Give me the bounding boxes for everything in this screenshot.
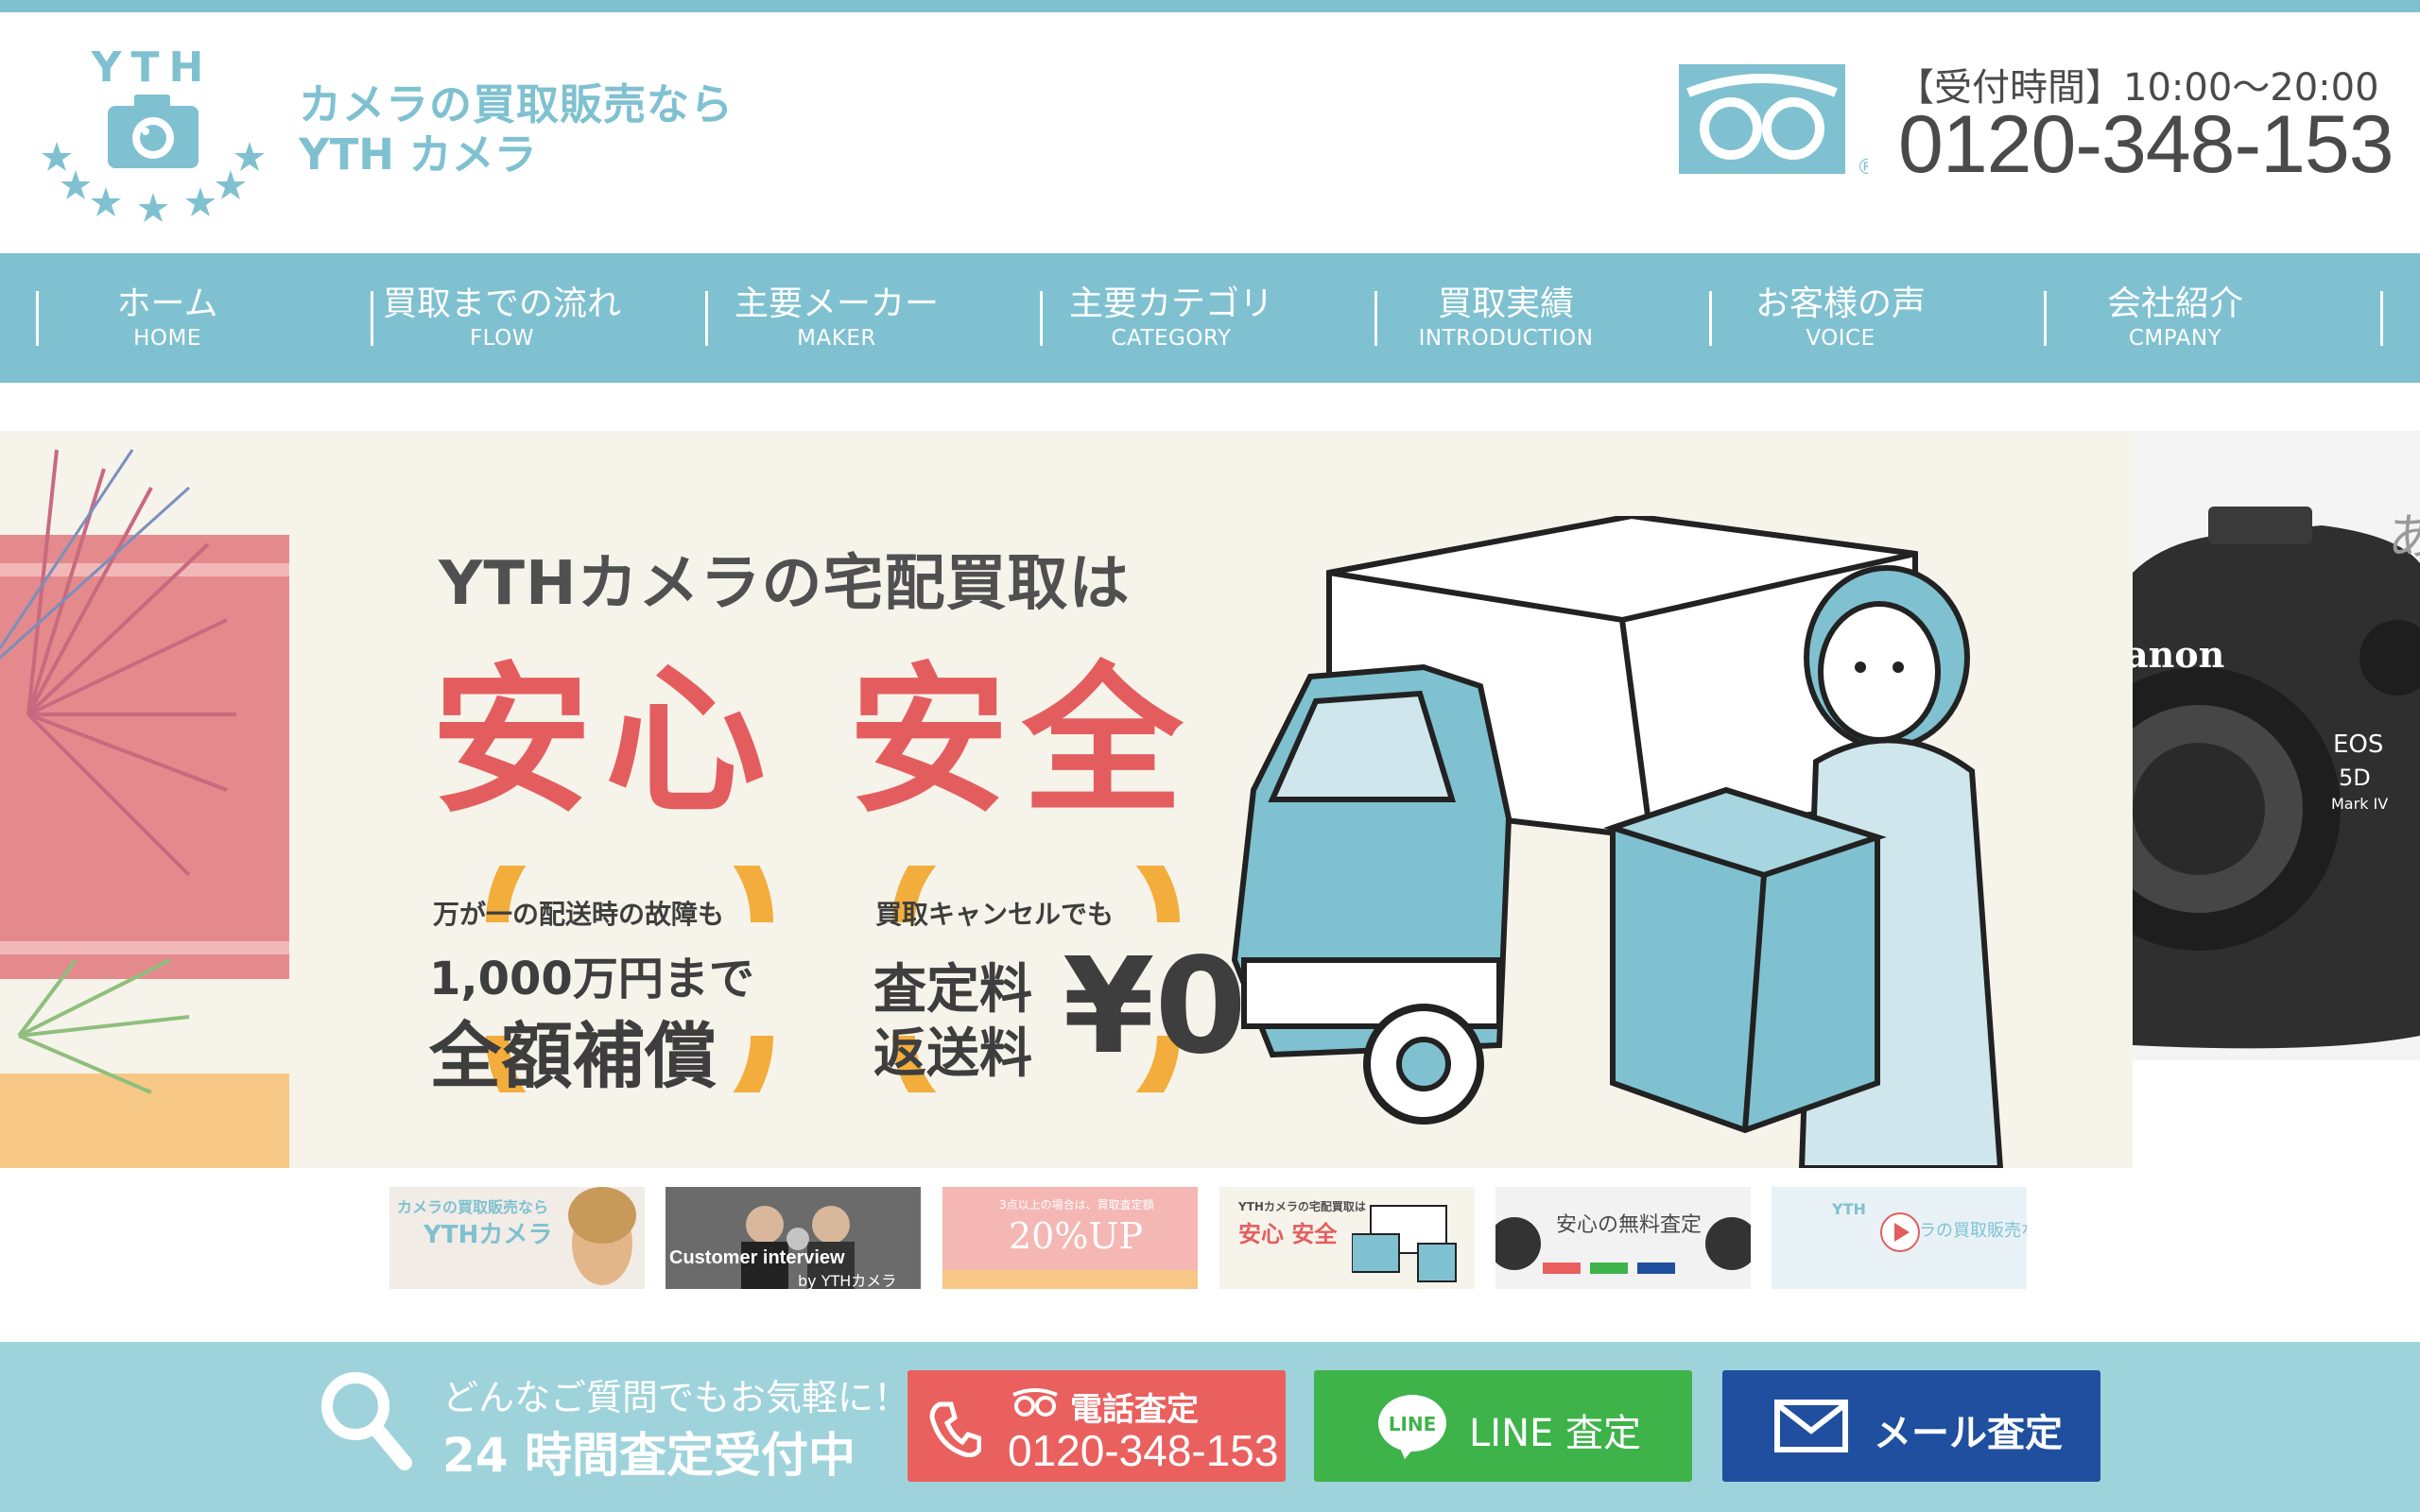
hero-slide[interactable]: YTHカメラの宅配買取は 安心 安全 万が一の配送時の故障も 1,000万円まで… — [289, 431, 2133, 1168]
mail-icon — [1774, 1400, 1848, 1452]
nav-label: お客様の声 — [1754, 284, 1926, 323]
mail-appraisal-button[interactable]: メール査定 — [1722, 1370, 2100, 1482]
nav-sublabel: INTRODUCTION — [1418, 326, 1594, 352]
thumbnail-title: 安心の無料査定 — [1556, 1213, 1703, 1237]
phone-appraisal-button[interactable]: 電話査定 0120-348-153 — [908, 1370, 1286, 1482]
nav-sublabel: CMPANY — [2128, 326, 2222, 352]
nav-sublabel: FLOW — [469, 326, 535, 352]
nav-label: ホーム — [116, 284, 218, 323]
slider-prev-slide[interactable] — [0, 431, 289, 1168]
nav-item-voice[interactable]: お客様の声 VOICE — [1673, 253, 2008, 383]
thumbnail-sub: 安心 安全 — [1238, 1221, 1338, 1247]
nav-item-flow[interactable]: 買取までの流れ FLOW — [335, 253, 669, 383]
thumbnail-sub: 20%UP — [1009, 1215, 1144, 1257]
nav-label: 買取実績 — [1437, 284, 1574, 323]
nav-sublabel: VOICE — [1806, 326, 1876, 352]
hero-headline: YTHカメラの宅配買取は — [439, 549, 1131, 619]
nav-label: 主要カテゴリ — [1068, 284, 1273, 323]
thumbnail-title: YTH — [1832, 1200, 1866, 1218]
thumbnail-title: 3点以上の場合は、買取査定額 — [999, 1198, 1154, 1211]
logo-mark-text: YTH — [91, 43, 214, 92]
logo-brand-name: YTH カメラ — [299, 129, 537, 180]
logo-tagline: カメラの買取販売なら — [299, 79, 735, 129]
thumbnail-sub: by YTHカメラ — [798, 1272, 897, 1289]
phone-appraisal-number: 0120-348-153 — [1008, 1426, 1279, 1475]
nav-label: 主要メーカー — [734, 284, 939, 323]
freedial-icon — [1012, 1388, 1058, 1417]
line-icon: LINE — [1378, 1395, 1446, 1459]
line-appraisal-label: LINE 査定 — [1469, 1412, 1641, 1455]
header-phone-number[interactable]: 0120-348-153 — [1898, 98, 2394, 192]
phone-icon — [929, 1401, 981, 1457]
nav-label: 買取までの流れ — [382, 284, 621, 323]
thumbnail-1[interactable]: カメラの買取販売なら YTHカメラ — [389, 1187, 645, 1289]
badge-free-line2: 返送料 — [873, 1023, 1032, 1085]
badge-compensation-title: 全額補償 — [429, 1014, 717, 1098]
phone-appraisal-label: 電話査定 — [1070, 1391, 1199, 1429]
footer-note: どんなご質問でもお気軽に！ — [442, 1377, 910, 1418]
slider-thumbnails: カメラの買取販売なら YTHカメラ Customer interview by … — [389, 1187, 2034, 1289]
registered-mark: ® — [1857, 156, 1868, 178]
thumbnail-title: YTHカメラの宅配買取は — [1238, 1200, 1366, 1213]
thumbnail-4[interactable]: YTHカメラの宅配買取は 安心 安全 — [1219, 1187, 1475, 1289]
search-icon — [321, 1372, 412, 1470]
nav-item-category[interactable]: 主要カテゴリ CATEGORY — [1004, 253, 1339, 383]
camera-model-text: Mark IV — [2331, 795, 2388, 813]
nav-item-introduction[interactable]: 買取実績 INTRODUCTION — [1339, 253, 1673, 383]
camera-model-text: EOS — [2333, 730, 2383, 759]
thumbnail-5[interactable]: 安心の無料査定 — [1495, 1187, 1751, 1289]
freedial-icon: ® — [1679, 64, 1877, 180]
nav-label: 会社紹介 — [2106, 284, 2243, 323]
nav-item-company[interactable]: 会社紹介 CMPANY — [2008, 253, 2342, 383]
line-appraisal-button[interactable]: LINE LINE 査定 — [1314, 1370, 1692, 1482]
logo-emblem[interactable]: YTH — [34, 38, 270, 227]
footer-24h-label: 24 時間査定受付中 — [442, 1428, 856, 1483]
delivery-truck-illustration — [1231, 516, 2004, 1168]
thumbnail-title: カメラの買取販売なら — [397, 1198, 549, 1216]
thumbnail-6[interactable]: YTH カメラの買取販売なら — [1772, 1187, 2027, 1289]
logo-text[interactable]: カメラの買取販売なら YTH カメラ — [299, 79, 734, 180]
nav-item-maker[interactable]: 主要メーカー MAKER — [669, 253, 1004, 383]
badge-free-note: 買取キャンセルでも — [875, 899, 1115, 930]
thumbnail-3[interactable]: 3点以上の場合は、買取査定額 20%UP — [942, 1187, 1198, 1289]
camera-model-text: 5D — [2339, 765, 2371, 791]
thumbnail-2[interactable]: Customer interview by YTHカメラ — [666, 1187, 921, 1289]
slider-next-slide[interactable]: anon EOS 5D Mark IV あ — [2133, 431, 2420, 1060]
nav-divider — [2380, 291, 2383, 346]
nav-item-home[interactable]: ホーム HOME — [0, 253, 335, 383]
line-icon-text: LINE — [1389, 1413, 1437, 1435]
thumbnail-sub: YTHカメラ — [424, 1221, 553, 1249]
main-nav: ホーム HOME 買取までの流れ FLOW 主要メーカー MAKER 主要カテゴ… — [0, 253, 2420, 383]
thumbnail-title: Customer interview — [669, 1247, 845, 1268]
badge-compensation-note: 万が一の配送時の故障も — [433, 899, 725, 930]
nav-sublabel: CATEGORY — [1111, 326, 1232, 352]
nav-sublabel: HOME — [133, 326, 201, 352]
nav-sublabel: MAKER — [797, 326, 876, 352]
play-icon — [1880, 1212, 1920, 1252]
mail-appraisal-label: メール査定 — [1874, 1412, 2063, 1455]
slide-peek-char: あ — [2388, 509, 2420, 566]
top-accent-stripe — [0, 0, 2420, 12]
camera-brand-text: anon — [2133, 633, 2224, 676]
hero-big-text: 安心 安全 — [431, 648, 1197, 835]
